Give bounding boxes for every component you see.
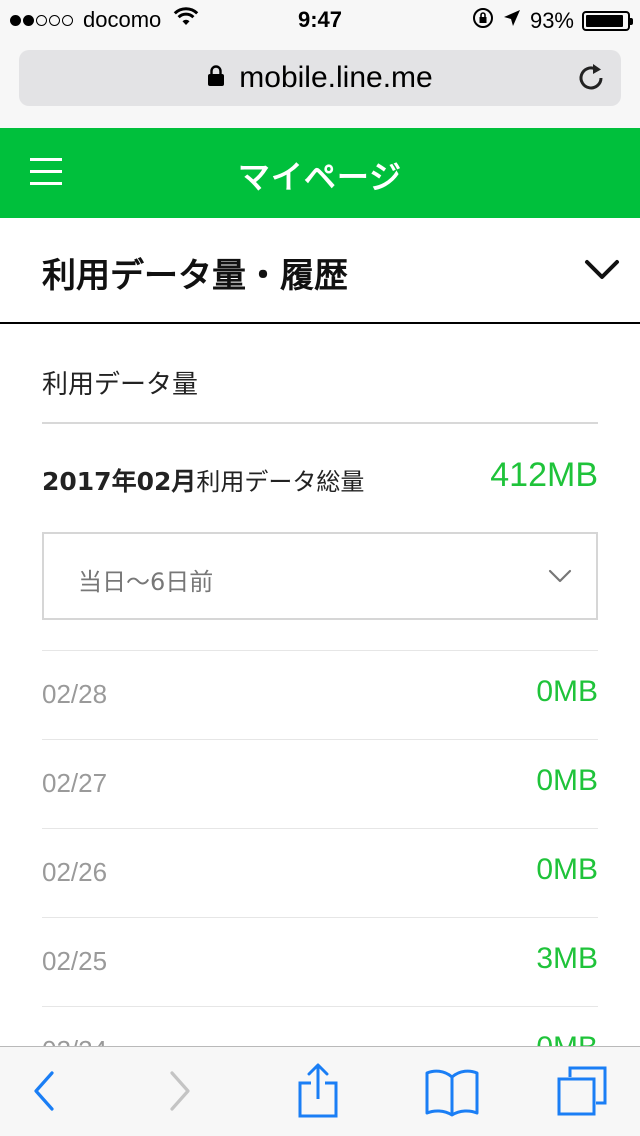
forward-icon[interactable]	[166, 1067, 196, 1115]
day-date: 02/26	[42, 857, 108, 887]
section-title: 利用データ量・履歴	[42, 256, 348, 296]
total-suffix: 利用データ総量	[196, 468, 365, 496]
lock-icon	[207, 65, 225, 91]
day-value: 0MB	[536, 853, 598, 886]
list-item: 02/28 0MB	[42, 650, 598, 739]
status-right: 93%	[472, 7, 633, 35]
period-select[interactable]: 当日〜6日前	[42, 532, 598, 620]
day-value: 3MB	[536, 942, 598, 975]
total-month: 2017年02月	[42, 467, 197, 496]
section-header-usage-history[interactable]: 利用データ量・履歴	[0, 218, 640, 324]
bookmarks-icon[interactable]	[424, 1067, 480, 1117]
day-date: 02/25	[42, 946, 108, 976]
day-value: 0MB	[536, 764, 598, 797]
day-value: 0MB	[536, 675, 598, 708]
page-title: マイページ	[237, 158, 403, 196]
list-item: 02/26 0MB	[42, 828, 598, 917]
tabs-icon[interactable]	[556, 1065, 608, 1117]
list-item: 02/25 3MB	[42, 917, 598, 1006]
chevron-down-icon	[548, 568, 572, 588]
monthly-total-value: 412MB	[490, 456, 598, 494]
location-icon	[502, 8, 522, 34]
reload-icon[interactable]	[577, 62, 607, 98]
period-select-value: 当日〜6日前	[78, 568, 214, 596]
status-bar: docomo 9:47 93%	[0, 0, 640, 40]
share-icon[interactable]	[296, 1063, 340, 1119]
monthly-total-row: 2017年02月利用データ総量 412MB	[42, 456, 598, 500]
app-header: マイページ	[0, 128, 640, 218]
list-item: 02/27 0MB	[42, 739, 598, 828]
chevron-down-icon[interactable]	[584, 258, 620, 286]
divider	[42, 422, 598, 424]
day-date: 02/28	[42, 679, 108, 709]
address-bar[interactable]: mobile.line.me	[19, 50, 621, 106]
orientation-lock-icon	[472, 7, 494, 35]
monthly-total-label: 2017年02月利用データ総量	[42, 462, 364, 498]
url-text: mobile.line.me	[239, 61, 433, 94]
day-date: 02/27	[42, 768, 108, 798]
address-display: mobile.line.me	[19, 50, 621, 106]
browser-toolbar	[0, 1046, 640, 1136]
daily-usage-list: 02/28 0MB 02/27 0MB 02/26 0MB 02/25 3MB …	[42, 650, 598, 1095]
battery-percent: 93%	[529, 8, 574, 33]
battery-icon	[582, 11, 633, 31]
back-icon[interactable]	[28, 1067, 58, 1115]
screen: docomo 9:47 93% mobile.line.me マイページ 利用デ…	[0, 0, 640, 1136]
battery-fill	[586, 15, 623, 27]
browser-address-area: mobile.line.me	[0, 40, 640, 128]
usage-subtitle: 利用データ量	[42, 370, 199, 400]
